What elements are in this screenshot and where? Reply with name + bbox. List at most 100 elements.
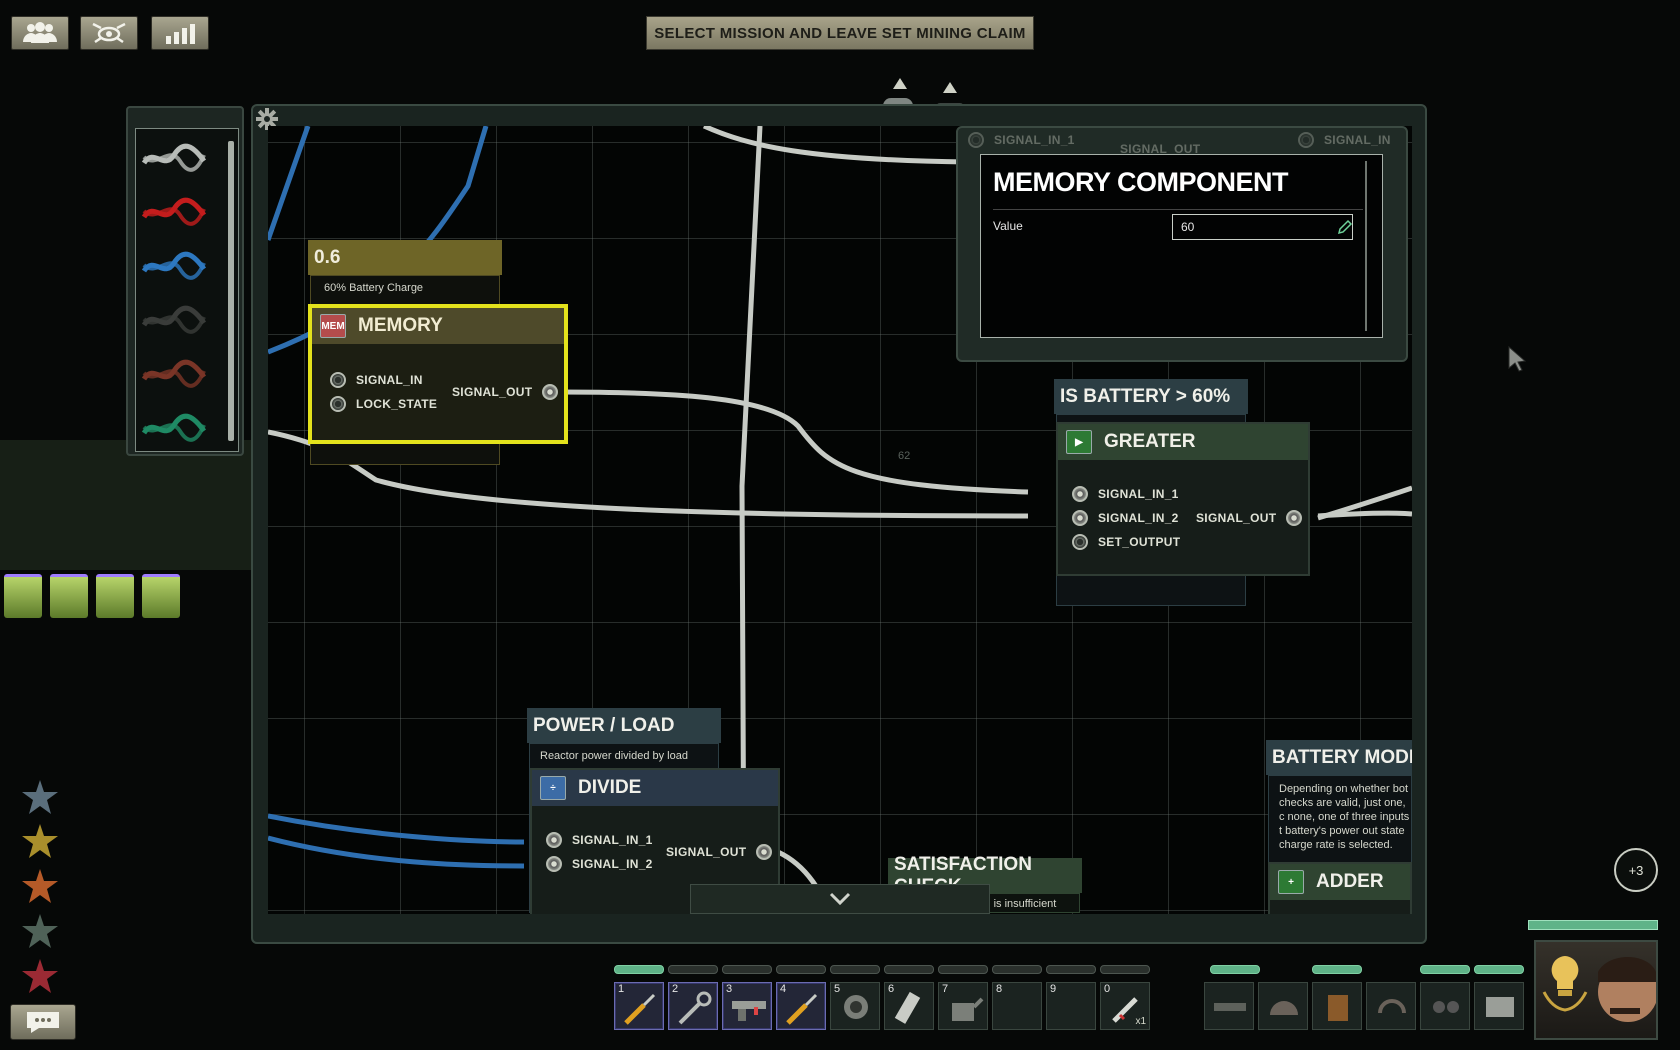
- notification-counter[interactable]: +3: [1614, 848, 1658, 892]
- command-button[interactable]: [80, 16, 138, 50]
- character-portrait[interactable]: [1534, 940, 1658, 1040]
- grow-lamp: [96, 574, 134, 618]
- deck-up-arrow-icon[interactable]: [943, 82, 957, 93]
- slot-number: 8: [996, 983, 1003, 995]
- hotbar-slot-8[interactable]: 8: [992, 982, 1042, 1030]
- pin-connector-icon[interactable]: [1072, 486, 1088, 502]
- pin-signal-in[interactable]: SIGNAL_IN: [330, 372, 423, 388]
- pin-signal-out[interactable]: SIGNAL_OUT: [666, 844, 782, 860]
- hotbar-slot-5[interactable]: 5: [830, 982, 880, 1030]
- pin-connector-icon[interactable]: [1072, 534, 1088, 550]
- divide-node-header[interactable]: ÷ DIVIDE: [532, 770, 778, 806]
- memory-node-header[interactable]: MEM MEMORY: [312, 308, 564, 344]
- battery-charge-label[interactable]: 0.6: [308, 240, 502, 275]
- statistics-button[interactable]: [151, 16, 209, 50]
- deck-up-arrow-icon[interactable]: [893, 78, 907, 89]
- electrical-skill-icon[interactable]: [20, 778, 60, 818]
- equipment-slot-5[interactable]: [1420, 982, 1470, 1030]
- equipment-slot-6[interactable]: [1474, 982, 1524, 1030]
- lightbulb-rank-icon: [1542, 956, 1588, 1012]
- wire-swatch-6[interactable]: [140, 411, 208, 445]
- edit-pencil-icon[interactable]: [1337, 219, 1353, 235]
- window-title: MEMORY COMPONENT: [993, 167, 1289, 197]
- divide-icon: ÷: [540, 776, 566, 800]
- white-wire: [557, 389, 1029, 495]
- equipment-condition-bar: [1420, 965, 1470, 974]
- weapons-skill-icon[interactable]: [20, 867, 60, 907]
- pin-connector-icon[interactable]: [546, 856, 562, 872]
- hotbar-slot-7[interactable]: 7: [938, 982, 988, 1030]
- pin-connector-icon[interactable]: [1072, 510, 1088, 526]
- medical-skill-icon[interactable]: [20, 957, 60, 997]
- mechanical-skill-icon[interactable]: [20, 822, 60, 862]
- adder-node[interactable]: + ADDER: [1268, 862, 1412, 914]
- memory-chip-icon: MEM: [320, 314, 346, 338]
- wire-swatch-2[interactable]: [140, 195, 208, 229]
- pin-connector-icon[interactable]: [330, 396, 346, 412]
- headset-icon: [1378, 999, 1406, 1014]
- hotbar-slot-3[interactable]: 3: [722, 982, 772, 1030]
- helmet-icon: [1270, 1001, 1298, 1015]
- power-load-label[interactable]: POWER / LOAD: [527, 708, 721, 743]
- slot-condition-bar: [722, 965, 772, 974]
- pin-connector-icon[interactable]: [756, 844, 773, 860]
- pin-connector-icon[interactable]: [542, 384, 559, 400]
- wire-swatch-3[interactable]: [140, 249, 208, 283]
- goggles-icon: [1433, 1001, 1459, 1013]
- slot-condition-bar: [992, 965, 1042, 974]
- hotbar-slot-9[interactable]: 9: [1046, 982, 1096, 1030]
- garden-plants: [0, 440, 260, 570]
- hotbar-slot-6[interactable]: 6: [884, 982, 934, 1030]
- palette-scrollbar[interactable]: [228, 141, 234, 441]
- label-title: BATTERY MODE DEC: [1272, 746, 1412, 768]
- slot-condition-bar: [1046, 965, 1096, 974]
- pin-signal-out[interactable]: SIGNAL_OUT: [1196, 510, 1312, 526]
- grid-number: 62: [898, 450, 911, 462]
- equipment-slot-4[interactable]: [1366, 982, 1416, 1030]
- greater-node[interactable]: ▶ GREATER SIGNAL_IN_1 SIGNAL_IN_2 SET_OU…: [1056, 422, 1310, 576]
- slot-condition-bar: [1100, 965, 1150, 974]
- crew-button[interactable]: [11, 16, 69, 50]
- battery-mode-label[interactable]: BATTERY MODE DEC: [1266, 740, 1412, 775]
- value-input[interactable]: [1172, 214, 1353, 240]
- plus-icon: +: [1278, 870, 1304, 894]
- greater-node-header[interactable]: ▶ GREATER: [1058, 424, 1308, 460]
- properties-scrollbar[interactable]: [1365, 161, 1367, 331]
- label-note: 60% Battery Charge: [324, 282, 424, 294]
- pin-signal-out[interactable]: SIGNAL_OUT: [452, 384, 568, 400]
- mission-banner[interactable]: SELECT MISSION AND LEAVE SET MINING CLAI…: [646, 16, 1034, 50]
- wire-swatch-5[interactable]: [140, 357, 208, 391]
- pin-connector-icon[interactable]: [546, 832, 562, 848]
- collapse-panel-button[interactable]: [690, 884, 990, 914]
- pin-signal-in-1[interactable]: SIGNAL_IN_1: [546, 832, 653, 848]
- battery-check-label[interactable]: IS BATTERY > 60%: [1054, 379, 1248, 414]
- equipment-slot-2[interactable]: [1258, 982, 1308, 1030]
- equipment-condition-bar: [1210, 965, 1260, 974]
- wire-swatch-1[interactable]: [140, 141, 208, 175]
- hotbar-slot-1[interactable]: 1: [614, 982, 664, 1030]
- equipment-slot-3[interactable]: [1312, 982, 1362, 1030]
- crew-icon: [23, 22, 57, 43]
- pin-signal-in-2[interactable]: SIGNAL_IN_2: [1072, 510, 1179, 526]
- pin-connector-icon[interactable]: [1286, 510, 1303, 526]
- hotbar-slot-2[interactable]: 2: [668, 982, 718, 1030]
- screwdriver-icon: [786, 993, 818, 1025]
- equipment-condition-bar: [1312, 965, 1362, 974]
- memory-node[interactable]: MEM MEMORY SIGNAL_IN LOCK_STATE SIGNAL_O…: [308, 304, 568, 444]
- pin-signal-in-2[interactable]: SIGNAL_IN_2: [546, 856, 653, 872]
- value-label: Value: [993, 219, 1023, 233]
- equipment-condition-bar: [1474, 965, 1524, 974]
- pin-connector-icon[interactable]: [330, 372, 346, 388]
- adder-node-header[interactable]: + ADDER: [1270, 864, 1410, 900]
- hotbar-slot-4[interactable]: 4: [776, 982, 826, 1030]
- pin-signal-in-1[interactable]: SIGNAL_IN_1: [1072, 486, 1179, 502]
- pin-set-output[interactable]: SET_OUTPUT: [1072, 534, 1180, 550]
- pin-lock-state[interactable]: LOCK_STATE: [330, 396, 437, 412]
- wire-swatch-4[interactable]: [140, 303, 208, 337]
- node-title: GREATER: [1104, 431, 1196, 452]
- hotbar-slot-0[interactable]: 0 x1: [1100, 982, 1150, 1030]
- equipment-slot-1[interactable]: [1204, 982, 1254, 1030]
- blue-wire: [268, 126, 311, 241]
- chat-button[interactable]: [10, 1004, 76, 1040]
- helm-skill-icon[interactable]: [20, 912, 60, 952]
